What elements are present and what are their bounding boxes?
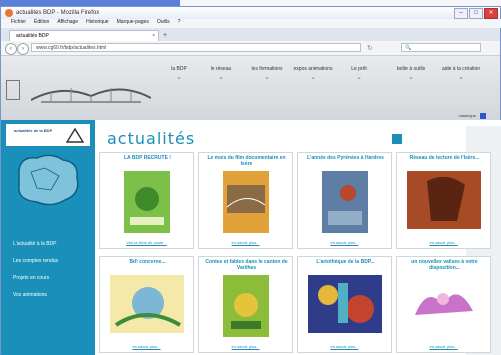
chevron-down-icon: ⌄ <box>408 74 414 81</box>
menu-view[interactable]: Affichage <box>57 19 78 28</box>
bridge-illustration-icon <box>31 88 151 103</box>
card-title: Contes et fables dans le canton de Varil… <box>205 259 288 271</box>
title-bar: actualités BDP - Mozilla Firefox – □ ✕ <box>1 7 500 19</box>
news-card[interactable]: Bd! concerne... en savoir plus... <box>99 256 194 353</box>
nav-formations-label: les formations <box>251 66 283 72</box>
card-title: un nouvelles valises à votre disposition… <box>411 259 478 271</box>
valises-image <box>407 275 481 333</box>
news-card[interactable]: L'artothèque de la BDP... en savoir plus… <box>297 256 392 353</box>
site-header: la BDP ⌄ le réseau ⌄ les formations ⌄ expos… <box>1 56 500 120</box>
nav-la-bdp-label: la BDP <box>171 66 187 72</box>
chevron-down-icon: ⌄ <box>218 74 224 81</box>
catalogue-link[interactable]: catalogue <box>459 113 476 118</box>
bd-concerne-image <box>110 275 184 333</box>
tab-title: actualités BDP <box>16 33 49 39</box>
card-title: L'année des Pyrénées à Hardres <box>307 155 384 161</box>
page-title: actualités <box>107 129 196 148</box>
nav-expos[interactable]: expos animations ⌄ <box>293 66 333 81</box>
back-icon[interactable]: ‹ <box>5 43 17 55</box>
nav-pret-label: Le prêt <box>351 66 367 72</box>
firefox-icon <box>5 9 13 17</box>
sidebar-link-projets[interactable]: Projets en cours <box>13 275 58 281</box>
tab-bar: actualités BDP × + <box>1 28 500 41</box>
main-content: actualités LA BDP RECRUTE ! Voir la fich… <box>95 120 501 355</box>
news-card[interactable]: Le mois du film documentaire en Isère en… <box>198 152 293 249</box>
minimize-button[interactable]: – <box>454 8 468 19</box>
catalogue-square-icon[interactable] <box>480 113 486 119</box>
card-title: Réseau de lecture de l'Isère... <box>409 155 480 161</box>
sidebar-logo-text: actualités de la BDP <box>14 128 53 133</box>
reload-icon[interactable]: ↻ <box>367 44 373 52</box>
window-title: actualités BDP - Mozilla Firefox <box>16 10 100 16</box>
card-title: LA BDP RECRUTE ! <box>124 155 171 161</box>
card-more-link[interactable]: en savoir plus... <box>397 240 490 245</box>
reading-network-image <box>407 171 481 229</box>
card-more-link[interactable]: en savoir plus... <box>100 344 193 349</box>
nav-la-bdp[interactable]: la BDP ⌄ <box>159 66 199 81</box>
menu-history[interactable]: Historique <box>86 19 109 28</box>
news-card[interactable]: Réseau de lecture de l'Isère... en savoi… <box>396 152 491 249</box>
sidebar: actualités de la BDP L'actualité à la BD… <box>1 120 95 355</box>
site-logo[interactable] <box>6 80 20 100</box>
artotheque-image <box>308 275 382 333</box>
nav-le-reseau-label: le réseau <box>210 66 232 72</box>
card-more-link[interactable]: en savoir plus... <box>298 240 391 245</box>
card-more-link[interactable]: en savoir plus... <box>298 344 391 349</box>
sidebar-logo[interactable]: actualités de la BDP <box>6 124 90 146</box>
card-more-link[interactable]: Voir la fiche de poste... <box>100 240 193 245</box>
forward-icon[interactable]: › <box>17 43 29 55</box>
chevron-down-icon: ⌄ <box>264 74 270 81</box>
menu-file[interactable]: Fichier <box>11 19 26 28</box>
nav-expos-label: expos animations <box>293 66 333 72</box>
department-map-icon[interactable] <box>11 150 83 210</box>
browser-window: actualités BDP - Mozilla Firefox – □ ✕ F… <box>0 6 501 355</box>
tab-actualites[interactable]: actualités BDP × <box>9 30 159 41</box>
mountain-logo-icon <box>66 127 84 143</box>
new-tab-icon[interactable]: + <box>163 32 167 39</box>
nav-boite-outils[interactable]: boîte à outils ⌄ <box>391 66 431 81</box>
close-button[interactable]: ✕ <box>484 8 498 19</box>
nav-pret[interactable]: Le prêt ⌄ <box>339 66 379 81</box>
nav-boite-outils-label: boîte à outils <box>396 66 426 72</box>
news-card[interactable]: Contes et fables dans le canton de Varil… <box>198 256 293 353</box>
heading-bar: actualités <box>95 126 465 148</box>
sidebar-link-animations[interactable]: Vos animations <box>13 292 58 298</box>
menu-edit[interactable]: Édition <box>34 19 49 28</box>
news-card[interactable]: un nouvelles valises à votre disposition… <box>396 256 491 353</box>
chevron-down-icon: ⌄ <box>310 74 316 81</box>
news-card[interactable]: L'année des Pyrénées à Hardres en savoir… <box>297 152 392 249</box>
card-more-link[interactable]: en savoir plus... <box>397 344 490 349</box>
navigation-toolbar: ‹ › www.cg60.fr/bdp/actualites.html ↻ 🔍 <box>1 41 500 56</box>
maximize-button[interactable]: □ <box>469 8 483 19</box>
recruitment-poster-image <box>124 171 170 233</box>
chevron-down-icon: ⌄ <box>176 74 182 81</box>
card-title: Bd! concerne... <box>129 259 166 265</box>
card-title: L'artothèque de la BDP... <box>316 259 375 265</box>
card-title: Le mois du film documentaire en Isère <box>207 155 286 167</box>
menu-bar: Fichier Édition Affichage Historique Mar… <box>1 19 501 28</box>
card-more-link[interactable]: en savoir plus... <box>199 344 292 349</box>
nav-le-reseau[interactable]: le réseau ⌄ <box>201 66 241 81</box>
sidebar-link-comptes-rendus[interactable]: Les comptes rendus <box>13 258 58 264</box>
documentary-poster-image <box>223 171 269 233</box>
search-input[interactable]: 🔍 <box>401 43 481 52</box>
heading-square-icon <box>392 134 402 144</box>
chevron-down-icon: ⌄ <box>458 74 464 81</box>
sidebar-link-actualite[interactable]: L'actualité à la BDP <box>13 241 58 247</box>
menu-help[interactable]: ? <box>178 19 181 28</box>
chevron-down-icon: ⌄ <box>356 74 362 81</box>
pyrenees-poster-image <box>322 171 368 233</box>
url-bar[interactable]: www.cg60.fr/bdp/actualites.html <box>31 43 361 52</box>
nav-aide-creation[interactable]: aide à la création ⌄ <box>441 66 481 81</box>
nav-aide-creation-label: aide à la création <box>441 66 481 72</box>
news-card[interactable]: LA BDP RECRUTE ! Voir la fiche de poste.… <box>99 152 194 249</box>
contes-fables-poster-image <box>223 275 269 337</box>
menu-tools[interactable]: Outils <box>157 19 170 28</box>
card-more-link[interactable]: en savoir plus... <box>199 240 292 245</box>
menu-bookmarks[interactable]: Marque-pages <box>117 19 149 28</box>
nav-formations[interactable]: les formations ⌄ <box>247 66 287 81</box>
